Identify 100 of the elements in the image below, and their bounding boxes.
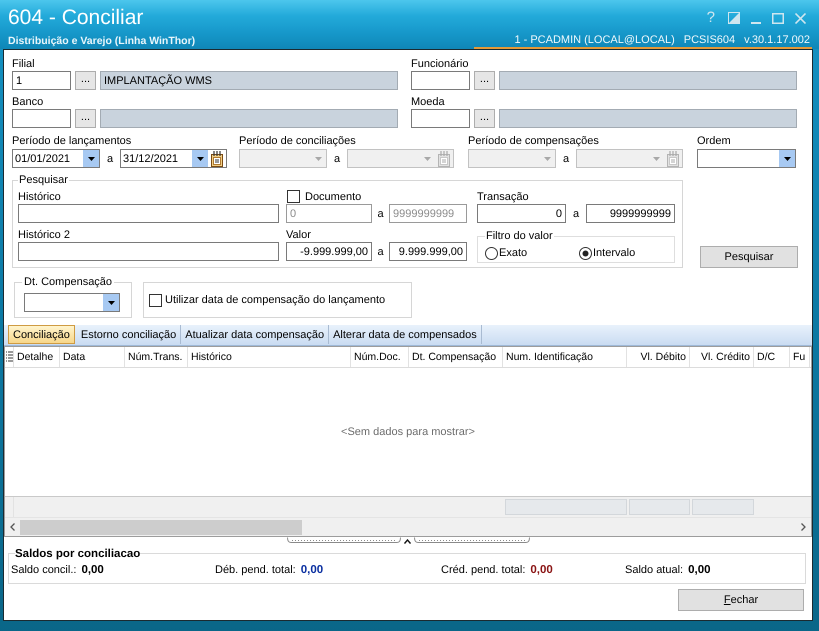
column-header[interactable]: Núm.Trans. — [125, 346, 188, 367]
column-header[interactable]: Num. Identificação — [503, 346, 627, 367]
search-button[interactable]: Pesquisar — [700, 246, 798, 268]
range-separator: a — [106, 152, 114, 164]
window-subtitle: Distribuição e Varejo (Linha WinThor) — [8, 34, 196, 48]
range-separator: a — [572, 208, 580, 220]
column-header[interactable]: Detalhe — [14, 346, 60, 367]
version-label: v.30.1.17.002 — [744, 34, 810, 47]
list-icon[interactable] — [6, 351, 12, 362]
caret-down-icon — [424, 156, 430, 160]
half-filled-square-icon[interactable] — [728, 12, 740, 24]
dropdown-field[interactable] — [24, 293, 120, 312]
caret-down-icon — [784, 156, 790, 160]
checkbox[interactable] — [149, 294, 162, 306]
field-label: Valor — [286, 228, 312, 242]
lookup-button[interactable]: ... — [474, 109, 495, 128]
radio-label[interactable]: Exato — [499, 247, 528, 259]
tab[interactable]: Alterar data de compensados — [329, 325, 482, 344]
dropdown-button[interactable] — [103, 294, 119, 311]
field-label: Filial — [12, 57, 36, 71]
balance-value: 0,00 — [300, 564, 324, 576]
scrollbar-thumb[interactable] — [20, 520, 302, 535]
column-header[interactable]: Núm.Doc. — [351, 346, 409, 367]
checkbox[interactable] — [287, 190, 300, 203]
dropdown-button[interactable] — [779, 150, 795, 167]
lookup-button[interactable]: ... — [75, 71, 96, 90]
caret-down-icon — [88, 156, 94, 160]
column-header[interactable]: D/C — [754, 346, 790, 367]
range-separator: a — [332, 152, 342, 164]
balance-label: Créd. pend. total: — [441, 564, 526, 576]
input-field[interactable]: 9999999999 — [586, 204, 675, 223]
input-field[interactable] — [411, 109, 470, 128]
tab[interactable]: Atualizar data compensação — [181, 325, 330, 344]
caret-down-icon — [652, 156, 660, 160]
minimize-icon[interactable] — [751, 22, 761, 24]
radio-button[interactable] — [485, 246, 498, 260]
caret-down-icon — [544, 156, 550, 160]
field-label: Período de conciliações — [239, 134, 357, 148]
lookup-button[interactable]: ... — [474, 71, 495, 90]
balance-value: 0,00 — [530, 564, 553, 576]
close-button[interactable]: Fechar — [678, 588, 804, 611]
balance-value: 0,00 — [688, 564, 710, 576]
close-icon[interactable] — [795, 12, 806, 24]
balance-value: 0,00 — [81, 564, 104, 576]
column-header[interactable]: Histórico — [188, 346, 351, 367]
maximize-icon[interactable] — [772, 12, 784, 24]
chevron-right-icon[interactable] — [801, 523, 806, 532]
input-field[interactable] — [18, 204, 279, 223]
date-field[interactable]: 31/12/2021 — [120, 149, 227, 168]
radio-button[interactable] — [579, 246, 592, 260]
balance-label: Saldo atual: — [625, 564, 684, 576]
checkbox-label[interactable]: Documento — [305, 190, 362, 202]
radio-label[interactable]: Intervalo — [593, 247, 636, 259]
column-header[interactable]: Dt. Compensação — [409, 346, 503, 367]
field-label: Período de compensações — [468, 134, 600, 148]
dropdown-button[interactable] — [83, 150, 99, 167]
empty-message: <Sem dados para mostrar> — [341, 426, 475, 438]
date-field[interactable]: 01/01/2021 — [12, 149, 100, 168]
lookup-button[interactable]: ... — [75, 109, 96, 128]
program-code: PCSIS604 — [684, 34, 736, 47]
balance-label: Saldo concil.: — [11, 564, 76, 576]
range-separator: a — [376, 246, 385, 258]
grip-icon[interactable] — [414, 537, 530, 544]
field-label: Período de lançamentos — [12, 134, 132, 148]
input-field[interactable] — [18, 242, 279, 261]
field-label: Moeda — [411, 95, 446, 109]
caret-up-icon[interactable] — [404, 539, 411, 544]
grip-icon[interactable] — [287, 537, 401, 544]
calendar-icon[interactable] — [210, 150, 224, 166]
input-field[interactable]: 9.999.999,00 — [389, 242, 467, 261]
range-separator: a — [562, 152, 570, 164]
chevron-left-icon[interactable] — [10, 523, 15, 532]
tab[interactable]: Estorno conciliação — [76, 325, 182, 344]
caret-down-icon — [196, 156, 204, 160]
input-field[interactable] — [12, 109, 71, 128]
dropdown-field[interactable] — [697, 149, 796, 168]
input-field[interactable]: -9.999.999,00 — [286, 242, 372, 261]
window-title: 604 - Conciliar — [8, 6, 144, 30]
balance-label: Déb. pend. total: — [215, 564, 296, 576]
column-header[interactable]: Fu — [790, 346, 810, 367]
tab[interactable]: Conciliação — [8, 325, 75, 344]
field-label: Transação — [477, 190, 530, 204]
column-header[interactable]: Data — [60, 346, 125, 367]
column-header[interactable]: Vl. Crédito — [690, 346, 754, 367]
group-title: Saldos por conciliacao — [15, 546, 140, 561]
column-header[interactable]: Vl. Débito — [627, 346, 690, 367]
dropdown-button[interactable] — [192, 150, 208, 167]
checkbox-label[interactable]: Utilizar data de compensação do lançamento — [165, 294, 386, 306]
input-field[interactable]: 0 — [477, 204, 566, 223]
group-title: Filtro do valor — [485, 229, 554, 243]
field-label: Funcionário — [411, 57, 470, 71]
field-label: Histórico 2 — [18, 228, 71, 242]
input-field[interactable]: 1 — [12, 71, 71, 90]
group-title: Dt. Compensação — [23, 275, 114, 289]
session-info: 1 - PCADMIN (LOCAL@LOCAL) — [514, 34, 675, 47]
field-label: Banco — [12, 95, 44, 109]
description-field: IMPLANTAÇÃO WMS — [100, 71, 398, 90]
group-title: Pesquisar — [18, 173, 69, 187]
caret-down-icon — [314, 156, 322, 160]
input-field[interactable] — [411, 71, 470, 90]
